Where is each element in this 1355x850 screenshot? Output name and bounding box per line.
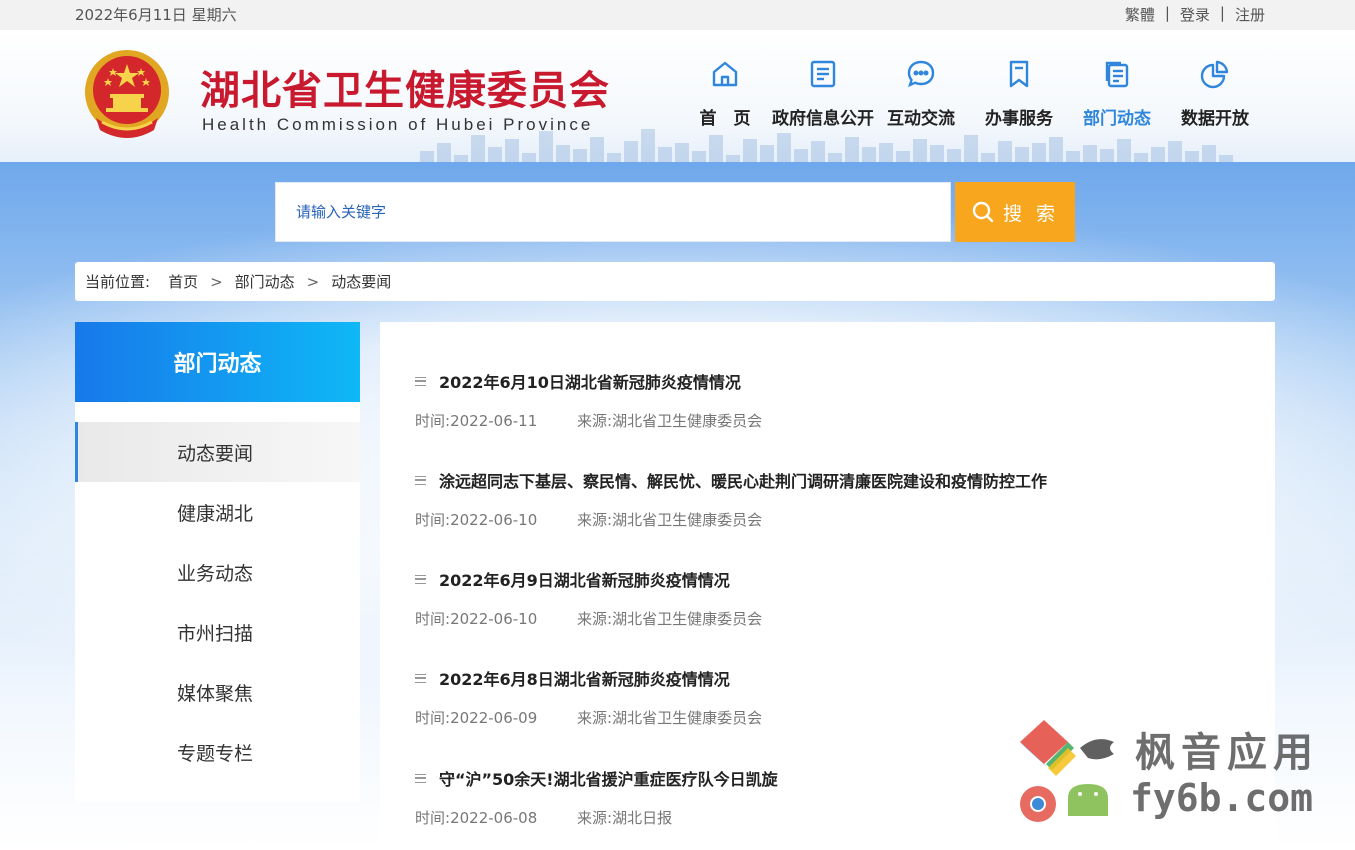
top-bar: 2022年6月11日 星期六 繁體 | 登录 | 注册 <box>0 0 1355 30</box>
top-link-separator: | <box>1219 4 1225 22</box>
login-link[interactable]: 登录 <box>1180 4 1210 25</box>
breadcrumb-current[interactable]: 动态要闻 <box>331 271 391 292</box>
news-title: 2022年6月10日湖北省新冠肺炎疫情情况 <box>439 373 741 392</box>
news-source: 湖北日报 <box>612 809 673 827</box>
news-source: 湖北省卫生健康委员会 <box>612 610 763 628</box>
news-meta: 时间:2022-06-10 来源:湖北省卫生健康委员会 <box>415 509 1235 530</box>
list-item: 涂远超同志下基层、察民情、解民忧、暖民心赴荆门调研清廉医院建设和疫情防控工作 时… <box>415 468 1235 530</box>
list-bullet-icon <box>415 376 426 386</box>
main-nav: 首 页 政府信息公开 互动交流 办事服务 部门动态 数据开放 <box>676 58 1264 138</box>
sidebar-item-media-focus[interactable]: 媒体聚焦 <box>75 662 360 722</box>
bookmark-icon <box>1009 60 1029 88</box>
sidebar-item-special-topics[interactable]: 专题专栏 <box>75 722 360 782</box>
search-box <box>275 182 951 242</box>
news-title: 守“沪”50余天!湖北省援沪重症医疗队今日凯旋 <box>439 770 778 789</box>
list-bullet-icon <box>415 574 426 584</box>
source-label: 来源: <box>577 709 613 727</box>
breadcrumb-home[interactable]: 首页 <box>168 271 198 292</box>
top-link-separator: | <box>1164 4 1170 22</box>
search-button[interactable]: 搜 索 <box>955 182 1075 242</box>
breadcrumb-separator: > <box>306 272 320 291</box>
source-label: 来源: <box>577 809 613 827</box>
search-input[interactable] <box>276 183 950 241</box>
breadcrumb-prefix: 当前位置: <box>85 273 151 291</box>
current-date: 2022年6月11日 星期六 <box>75 6 237 24</box>
sidebar: 部门动态 动态要闻 健康湖北 业务动态 市州扫描 媒体聚焦 专题专栏 <box>75 322 360 802</box>
news-title-link[interactable]: 涂远超同志下基层、察民情、解民忧、暖民心赴荆门调研清廉医院建设和疫情防控工作 <box>415 468 1235 492</box>
news-date: 2022-06-10 <box>450 610 538 628</box>
files-icon <box>1105 61 1129 88</box>
pie-chart-icon <box>1200 60 1229 89</box>
news-title: 2022年6月8日湖北省新冠肺炎疫情情况 <box>439 670 730 689</box>
sidebar-item-city-scan[interactable]: 市州扫描 <box>75 602 360 662</box>
source-label: 来源: <box>577 511 613 529</box>
news-date: 2022-06-11 <box>450 412 538 430</box>
watermark-text-url: fy6b.com <box>1130 776 1314 820</box>
nav-item-services[interactable]: 办事服务 <box>970 58 1068 138</box>
watermark-text-cn: 枫音应用 <box>1135 730 1319 776</box>
nav-label: 互动交流 <box>887 109 955 129</box>
time-label: 时间: <box>415 511 451 529</box>
traditional-chinese-link[interactable]: 繁體 <box>1125 4 1155 25</box>
news-source: 湖北省卫生健康委员会 <box>612 412 763 430</box>
document-list-icon <box>810 60 836 88</box>
list-item: 2022年6月10日湖北省新冠肺炎疫情情况 时间:2022-06-11 来源:湖… <box>415 369 1235 431</box>
national-emblem-logo <box>85 50 169 138</box>
nav-item-home[interactable]: 首 页 <box>676 58 774 138</box>
news-meta: 时间:2022-06-10 来源:湖北省卫生健康委员会 <box>415 608 1235 629</box>
news-title: 涂远超同志下基层、察民情、解民忧、暖民心赴荆门调研清廉医院建设和疫情防控工作 <box>439 472 1048 491</box>
breadcrumb-department-news[interactable]: 部门动态 <box>235 271 295 292</box>
news-title-link[interactable]: 2022年6月8日湖北省新冠肺炎疫情情况 <box>415 666 1235 690</box>
watermark-logo-icon <box>1020 720 1114 822</box>
news-title: 2022年6月9日湖北省新冠肺炎疫情情况 <box>439 571 730 590</box>
news-meta: 时间:2022-06-11 来源:湖北省卫生健康委员会 <box>415 410 1235 431</box>
source-label: 来源: <box>577 610 613 628</box>
site-title: 湖北省卫生健康委员会 <box>200 67 610 114</box>
nav-label: 部门动态 <box>1083 109 1151 129</box>
list-bullet-icon <box>415 673 426 683</box>
time-label: 时间: <box>415 412 451 430</box>
nav-item-open-data[interactable]: 数据开放 <box>1166 58 1264 138</box>
site-header: 湖北省卫生健康委员会 Health Commission of Hubei Pr… <box>0 30 1355 162</box>
register-link[interactable]: 注册 <box>1235 4 1265 25</box>
breadcrumb-separator: > <box>210 272 223 291</box>
nav-label: 首 页 <box>699 109 751 129</box>
time-label: 时间: <box>415 709 451 727</box>
breadcrumb: 当前位置: 首页 > 部门动态 > 动态要闻 <box>75 262 1275 301</box>
watermark: 枫音应用 fy6b.com <box>1018 718 1328 830</box>
time-label: 时间: <box>415 809 451 827</box>
search-button-label: 搜 索 <box>1002 202 1060 225</box>
sidebar-item-news-highlights[interactable]: 动态要闻 <box>75 422 360 482</box>
list-bullet-icon <box>415 475 426 485</box>
nav-item-interaction[interactable]: 互动交流 <box>872 58 970 138</box>
nav-item-gov-info[interactable]: 政府信息公开 <box>772 58 874 138</box>
time-label: 时间: <box>415 610 451 628</box>
list-item: 2022年6月9日湖北省新冠肺炎疫情情况 时间:2022-06-10 来源:湖北… <box>415 567 1235 629</box>
news-date: 2022-06-09 <box>450 709 538 727</box>
home-icon <box>712 61 738 87</box>
chat-bubble-icon <box>907 60 935 88</box>
nav-label: 政府信息公开 <box>772 109 874 129</box>
search-icon <box>972 201 994 223</box>
sidebar-menu: 动态要闻 健康湖北 业务动态 市州扫描 媒体聚焦 专题专栏 <box>75 422 360 782</box>
site-subtitle: Health Commission of Hubei Province <box>202 115 594 134</box>
news-date: 2022-06-08 <box>450 809 538 827</box>
nav-item-department-news[interactable]: 部门动态 <box>1068 58 1166 138</box>
list-bullet-icon <box>415 773 426 783</box>
nav-label: 办事服务 <box>985 109 1053 129</box>
nav-label: 数据开放 <box>1181 109 1249 129</box>
news-source: 湖北省卫生健康委员会 <box>612 511 763 529</box>
news-source: 湖北省卫生健康委员会 <box>612 709 763 727</box>
news-date: 2022-06-10 <box>450 511 538 529</box>
sidebar-heading: 部门动态 <box>75 322 360 402</box>
source-label: 来源: <box>577 412 613 430</box>
news-title-link[interactable]: 2022年6月9日湖北省新冠肺炎疫情情况 <box>415 567 1235 591</box>
top-links: 繁體 | 登录 | 注册 <box>1125 4 1265 25</box>
sidebar-item-healthy-hubei[interactable]: 健康湖北 <box>75 482 360 542</box>
news-title-link[interactable]: 2022年6月10日湖北省新冠肺炎疫情情况 <box>415 369 1235 393</box>
sidebar-item-business-news[interactable]: 业务动态 <box>75 542 360 602</box>
